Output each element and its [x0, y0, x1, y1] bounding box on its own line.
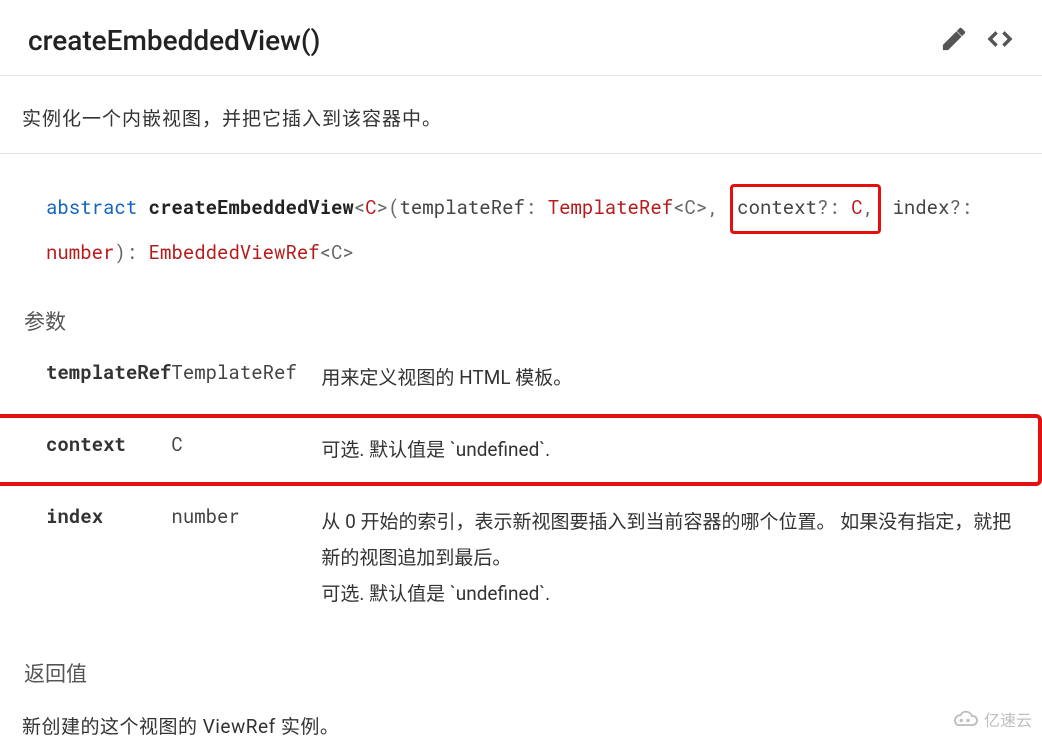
param-type: C	[171, 414, 321, 486]
code-icon[interactable]	[986, 25, 1014, 57]
keyword-abstract: abstract	[46, 195, 137, 220]
method-signature: abstract createEmbeddedView<C>(templateR…	[0, 154, 1042, 282]
param-row-templateRef: templateRef TemplateRef 用来定义视图的 HTML 模板。	[0, 342, 1042, 414]
param-row-context: context C 可选. 默认值是 `undefined`.	[0, 414, 1042, 486]
param-name: context	[0, 414, 171, 486]
returns-description: 新创建的这个视图的 ViewRef 实例。	[0, 694, 1042, 741]
param-name: index	[0, 486, 171, 630]
param-row-index: index number 从 0 开始的索引，表示新视图要插入到当前容器的哪个位…	[0, 486, 1042, 630]
method-description: 实例化一个内嵌视图，并把它插入到该容器中。	[0, 76, 1042, 154]
method-title: createEmbeddedView()	[28, 24, 940, 57]
watermark: 亿速云	[950, 707, 1032, 731]
param-name: templateRef	[0, 342, 171, 414]
edit-icon[interactable]	[940, 25, 968, 57]
params-heading: 参数	[0, 282, 1042, 342]
param-type: number	[171, 486, 321, 630]
header-actions	[940, 25, 1014, 57]
cloud-icon	[950, 709, 980, 729]
param-desc: 可选. 默认值是 `undefined`.	[321, 414, 1042, 486]
params-table: templateRef TemplateRef 用来定义视图的 HTML 模板。…	[0, 342, 1042, 630]
param-type: TemplateRef	[171, 342, 321, 414]
highlight-context-param: context?: C,	[730, 184, 881, 234]
param-desc: 用来定义视图的 HTML 模板。	[321, 342, 1042, 414]
watermark-text: 亿速云	[984, 707, 1032, 731]
returns-heading: 返回值	[0, 630, 1042, 694]
method-header: createEmbeddedView()	[0, 0, 1042, 76]
param-desc: 从 0 开始的索引，表示新视图要插入到当前容器的哪个位置。 如果没有指定，就把新…	[321, 486, 1042, 630]
sig-method-name: createEmbeddedView	[149, 195, 354, 220]
